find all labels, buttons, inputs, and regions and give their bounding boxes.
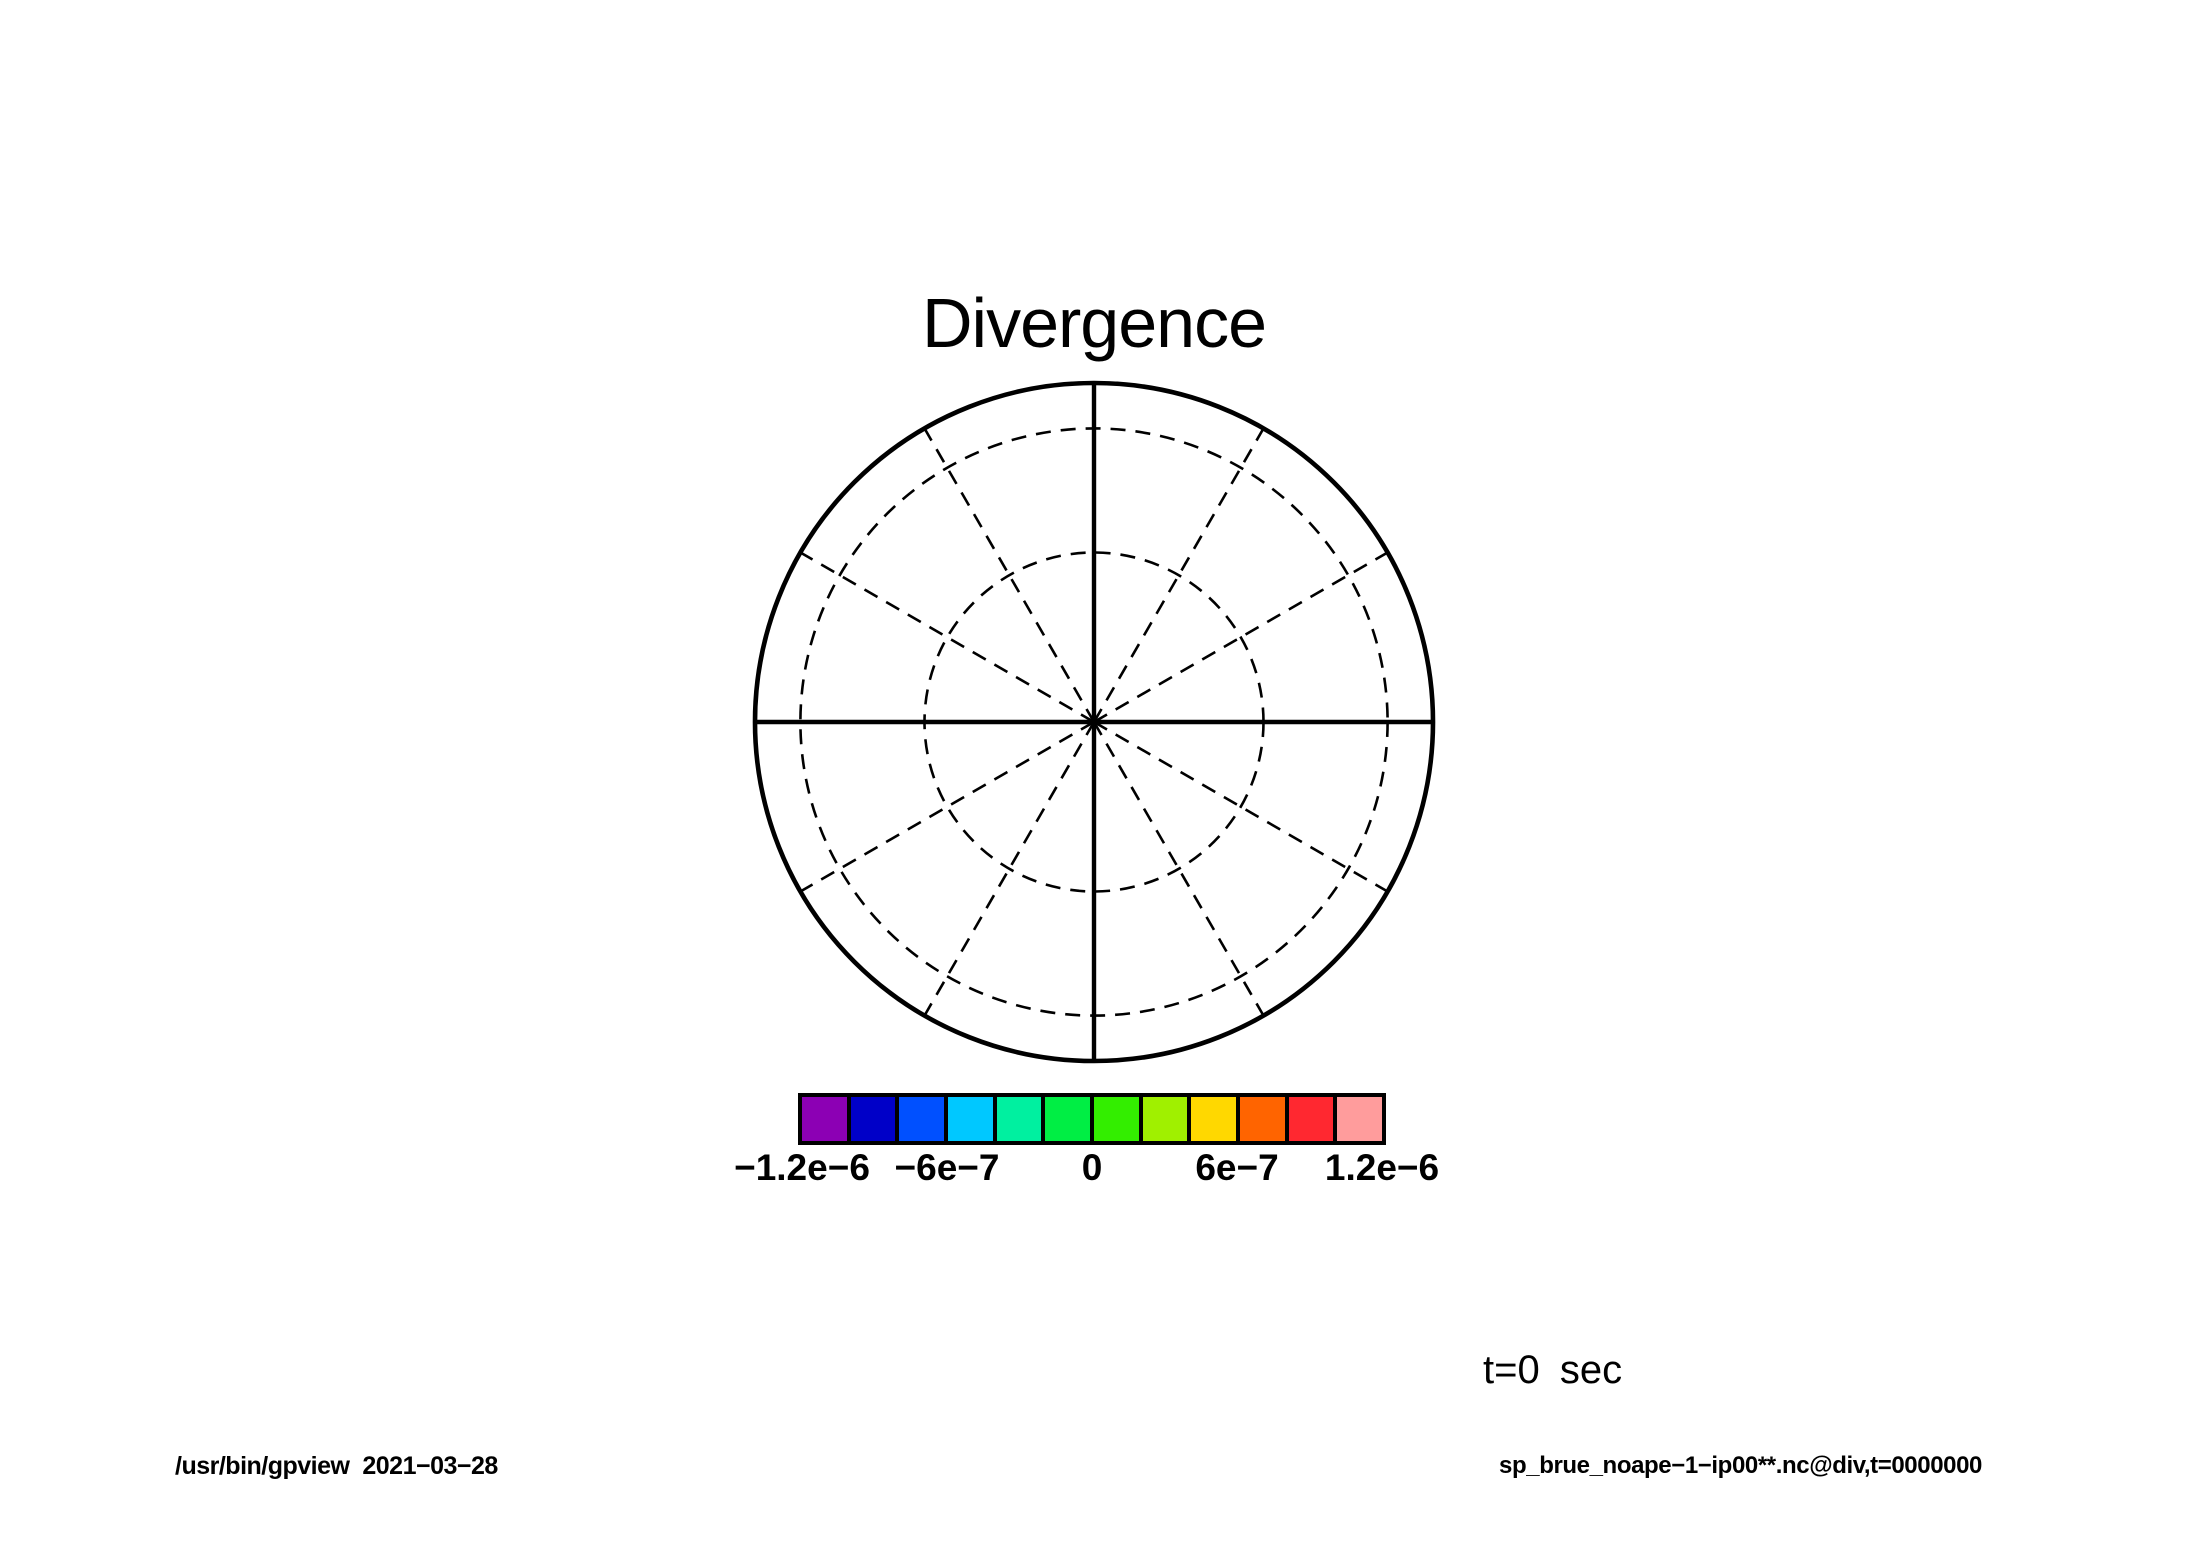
colorbar-cell bbox=[1236, 1097, 1285, 1141]
polar-plot bbox=[744, 372, 1444, 1072]
plot-title: Divergence bbox=[922, 288, 1266, 358]
colorbar-tick-label: 0 bbox=[1082, 1148, 1103, 1189]
colorbar-cell bbox=[1041, 1097, 1090, 1141]
colorbar-cell bbox=[1333, 1097, 1382, 1141]
colorbar bbox=[798, 1093, 1386, 1145]
colorbar-cell bbox=[1187, 1097, 1236, 1141]
colorbar-cell bbox=[1090, 1097, 1139, 1141]
colorbar-cell bbox=[802, 1097, 847, 1141]
footer-source-file: sp_brue_noape−1−ip00**.nc@div,t=0000000 bbox=[1499, 1452, 1982, 1480]
time-label: t=0 sec bbox=[1483, 1348, 1622, 1393]
colorbar-tick-label: −6e−7 bbox=[895, 1148, 1000, 1189]
colorbar-cell bbox=[1139, 1097, 1188, 1141]
colorbar-cell bbox=[944, 1097, 993, 1141]
colorbar-cell bbox=[895, 1097, 944, 1141]
colorbar-tick-label: 6e−7 bbox=[1195, 1148, 1278, 1189]
colorbar-cell bbox=[1285, 1097, 1334, 1141]
colorbar-cell bbox=[847, 1097, 896, 1141]
gpview-figure: Divergence −1.2e−6 −6e−7 0 6e−7 1.2e−6 t… bbox=[0, 0, 2188, 1546]
colorbar-tick-label: −1.2e−6 bbox=[734, 1148, 870, 1189]
colorbar-tick-label: 1.2e−6 bbox=[1325, 1148, 1439, 1189]
colorbar-cell bbox=[993, 1097, 1042, 1141]
footer-command-date: /usr/bin/gpview 2021−03−28 bbox=[175, 1452, 498, 1481]
